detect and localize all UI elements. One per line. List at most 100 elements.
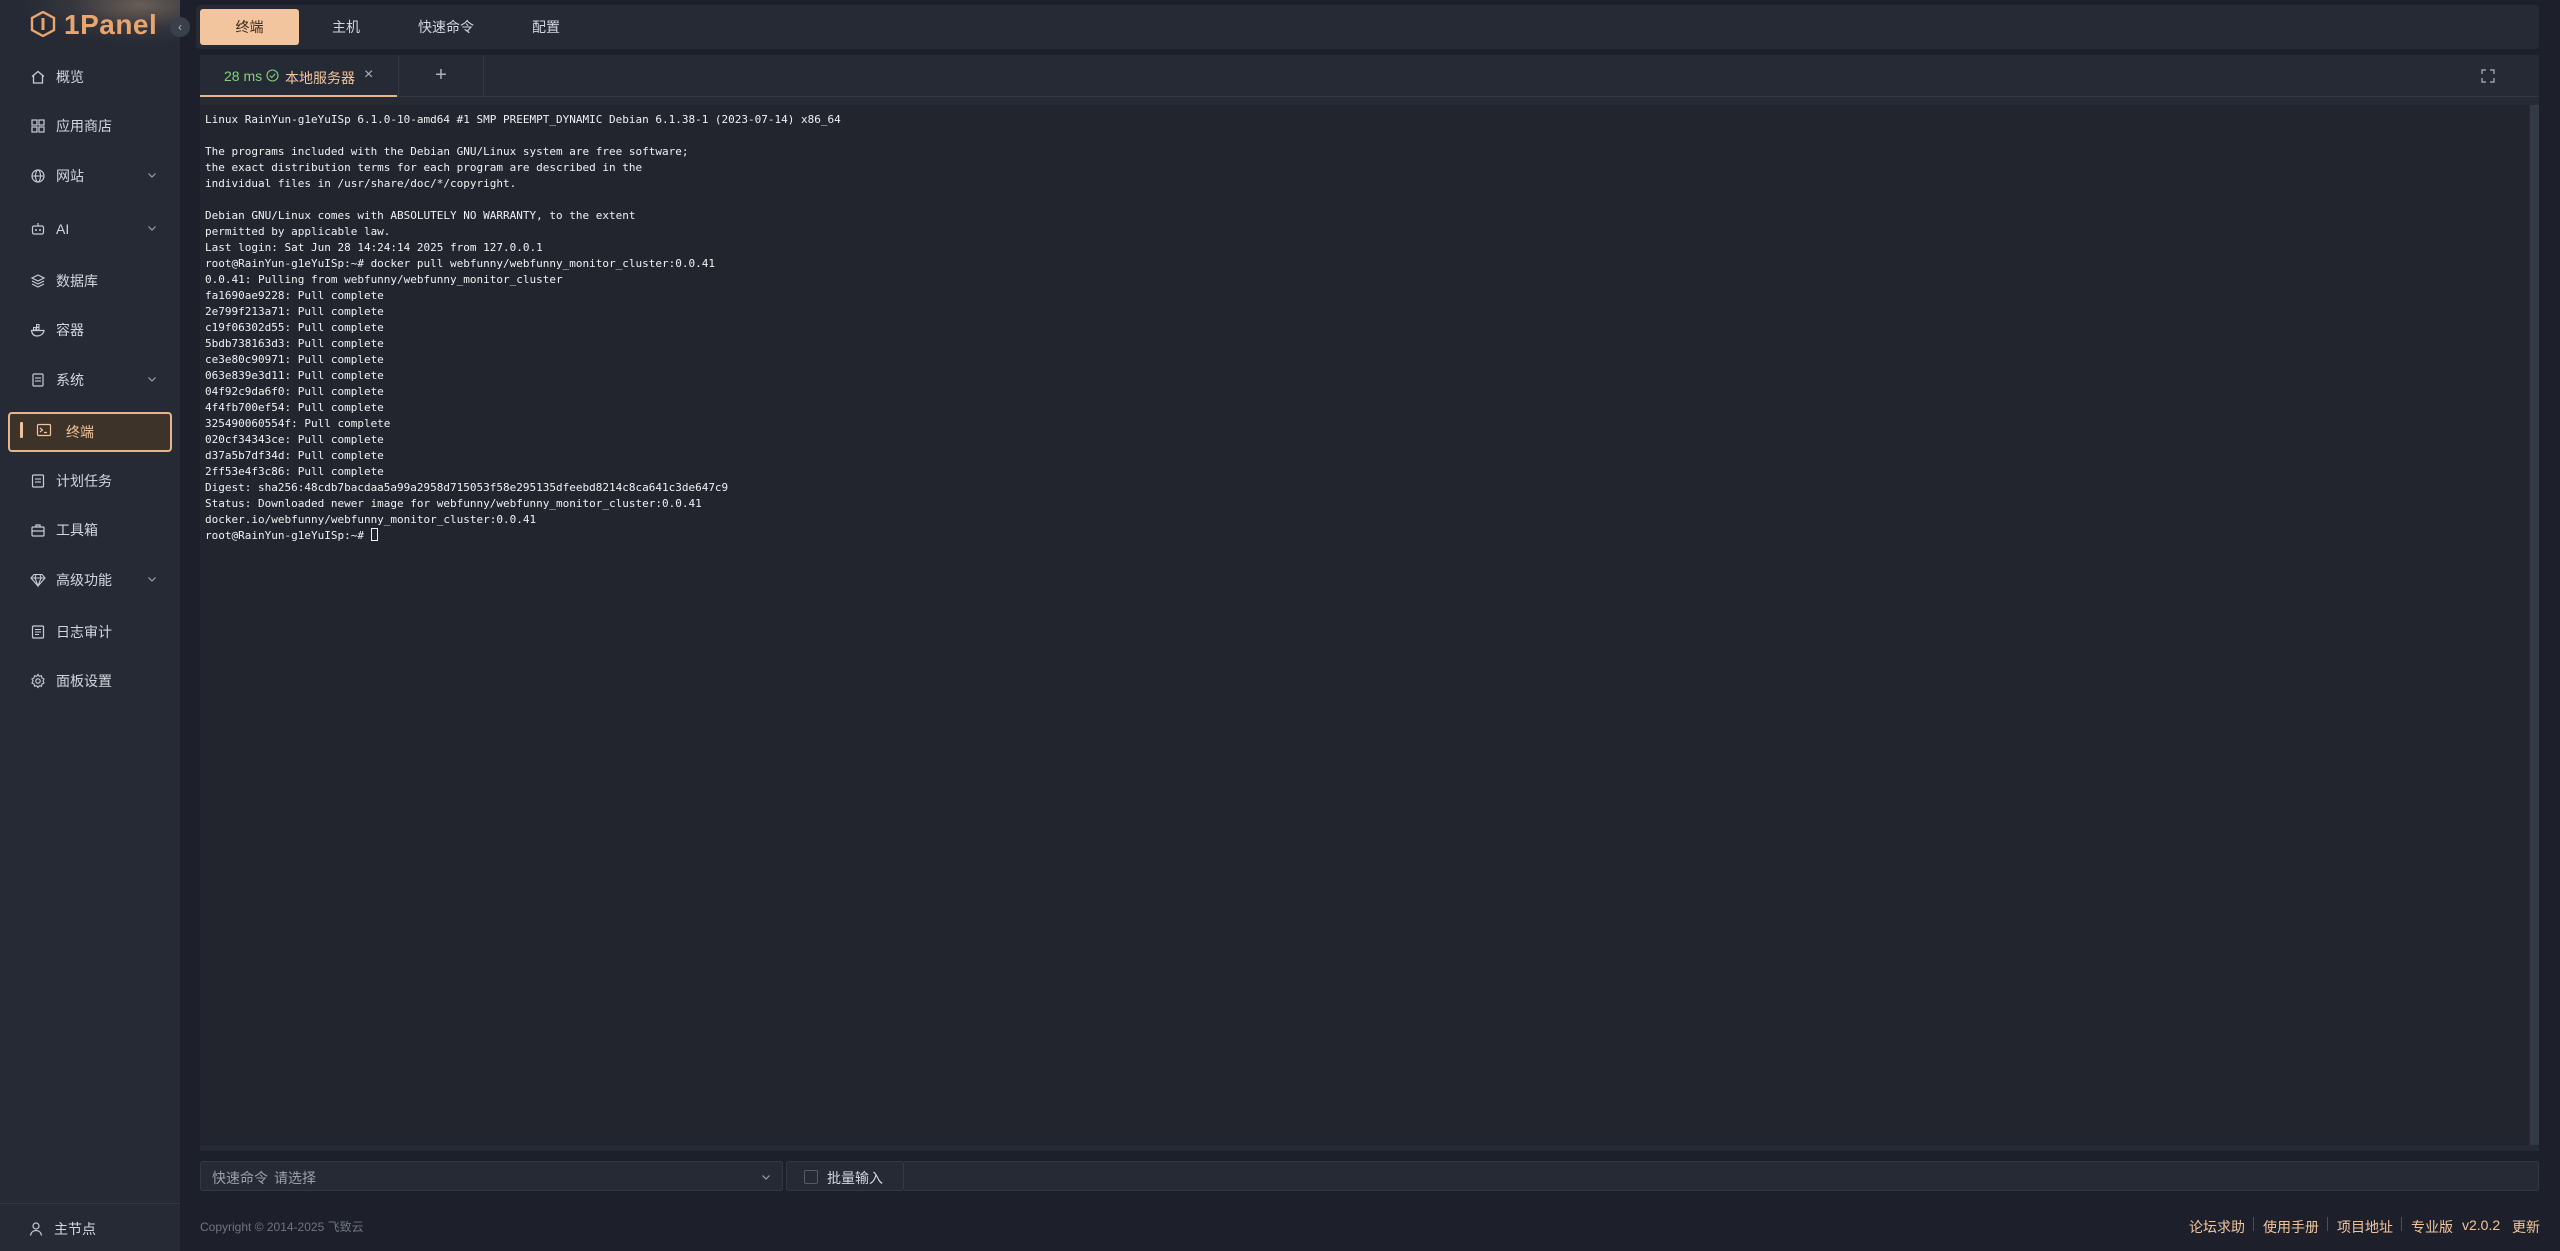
terminal-line: individual files in /usr/share/doc/*/cop… [205, 177, 517, 190]
terminal-scrollbar[interactable] [2530, 105, 2539, 1145]
sidebar-item-cron[interactable]: 计划任务 [8, 463, 172, 499]
quick-command-placeholder: 请选择 [274, 1170, 316, 1186]
sidebar-item-label: 网站 [56, 168, 84, 184]
terminal-line: 0.0.41: Pulling from webfunny/webfunny_m… [205, 273, 563, 286]
terminal-line: 5bdb738163d3: Pull complete [205, 337, 384, 350]
sidebar-item-advanced[interactable]: 高级功能 [8, 562, 172, 598]
tab-quick-commands[interactable]: 快速命令 [405, 9, 487, 45]
sidebar-item-app-store[interactable]: 应用商店 [8, 108, 172, 144]
sidebar-item-label: 日志审计 [56, 624, 112, 640]
add-session-button[interactable]: + [398, 55, 484, 97]
terminal-session-tabs: 28 ms 本地服务器 × + [200, 55, 2539, 97]
terminal-line: Linux RainYun-g1eYuISp 6.1.0-10-amd64 #1… [205, 113, 841, 126]
close-tab-icon[interactable]: × [364, 66, 373, 84]
batch-input-toggle[interactable]: 批量输入 [786, 1161, 904, 1191]
project-link[interactable]: 项目地址 [2337, 1217, 2393, 1237]
tab-hosts[interactable]: 主机 [312, 9, 380, 45]
tab-terminal[interactable]: 终端 [200, 9, 299, 45]
terminal-line: root@RainYun-g1eYuISp:~# docker pull web… [205, 257, 715, 270]
version-label: v2.0.2 [2462, 1217, 2501, 1233]
top-tab-bar: 终端 主机 快速命令 配置 [196, 5, 2539, 49]
node-label: 主节点 [54, 1221, 96, 1237]
sidebar-item-audit-log[interactable]: 日志审计 [8, 614, 172, 650]
batch-input-label: 批量输入 [827, 1170, 883, 1186]
sidebar-item-label: 概览 [56, 69, 84, 85]
sidebar-item-label: 高级功能 [56, 572, 112, 588]
terminal-output[interactable]: Linux RainYun-g1eYuISp 6.1.0-10-amd64 #1… [200, 105, 2529, 1145]
sidebar-item-website[interactable]: 网站 [8, 158, 172, 194]
sidebar-item-container[interactable]: 容器 [8, 312, 172, 348]
toolbox-icon [31, 524, 45, 537]
sidebar-item-label: 工具箱 [56, 522, 98, 538]
terminal-prompt: root@RainYun-g1eYuISp:~# [205, 529, 371, 542]
terminal-line: Debian GNU/Linux comes with ABSOLUTELY N… [205, 209, 636, 222]
sidebar-item-terminal[interactable]: 终端 [8, 412, 172, 452]
manual-link[interactable]: 使用手册 [2263, 1217, 2319, 1237]
latency-label: 28 ms [224, 68, 263, 84]
pro-edition-link[interactable]: 专业版 [2411, 1217, 2453, 1237]
terminal-line: Last login: Sat Jun 28 14:24:14 2025 fro… [205, 241, 543, 254]
log-icon [31, 625, 45, 639]
terminal-line: c19f06302d55: Pull complete [205, 321, 384, 334]
sidebar-item-label: AI [56, 221, 70, 237]
grid-icon [31, 119, 45, 133]
terminal-icon [36, 423, 52, 437]
terminal-line: d37a5b7df34d: Pull complete [205, 449, 384, 462]
sidebar-item-system[interactable]: 系统 [8, 362, 172, 398]
sidebar-footer: 主节点 [0, 1203, 180, 1251]
batch-input-checkbox[interactable] [804, 1170, 818, 1184]
node-selector[interactable]: 主节点 [28, 1219, 96, 1239]
chevron-down-icon [762, 1175, 770, 1180]
robot-icon [31, 223, 45, 235]
user-icon [29, 1222, 43, 1236]
terminal-session-tab[interactable]: 28 ms 本地服务器 × [200, 55, 397, 97]
terminal-line: 020cf34343ce: Pull complete [205, 433, 384, 446]
sidebar: 1Panel ‹ 概览 应用商店 网站 AI 数据库 容器 系统 终端 计划任务… [0, 0, 190, 1251]
terminal-panel: 28 ms 本地服务器 × + Linux RainYun-g1eYuISp 6… [200, 55, 2539, 1151]
footer-divider [2401, 1217, 2402, 1231]
terminal-line: docker.io/webfunny/webfunny_monitor_clus… [205, 513, 537, 526]
gear-icon [31, 673, 45, 689]
sidebar-item-label: 终端 [66, 424, 94, 440]
sidebar-item-label: 面板设置 [56, 673, 112, 689]
sidebar-item-toolbox[interactable]: 工具箱 [8, 512, 172, 548]
sidebar-item-label: 应用商店 [56, 118, 112, 134]
sidebar-item-overview[interactable]: 概览 [8, 59, 172, 95]
copyright-text: Copyright © 2014-2025 飞致云 [200, 1220, 364, 1234]
tab-config[interactable]: 配置 [512, 9, 580, 45]
chevron-down-icon [148, 173, 156, 178]
footer-divider [2253, 1217, 2254, 1231]
active-indicator [20, 422, 23, 438]
sidebar-item-settings[interactable]: 面板设置 [8, 663, 172, 699]
fullscreen-icon[interactable] [2481, 69, 2495, 83]
system-icon [32, 373, 44, 387]
terminal-line: fa1690ae9228: Pull complete [205, 289, 384, 302]
logo-text: 1Panel [64, 9, 158, 40]
sidebar-item-ai[interactable]: AI [8, 211, 172, 247]
terminal-line: The programs included with the Debian GN… [205, 145, 689, 158]
collapse-sidebar-button[interactable]: ‹ [170, 17, 190, 37]
chevron-down-icon [148, 377, 156, 382]
layers-icon [30, 274, 46, 288]
update-link[interactable]: 更新 [2512, 1217, 2540, 1237]
forum-link[interactable]: 论坛求助 [2189, 1217, 2245, 1237]
terminal-line: 063e839e3d11: Pull complete [205, 369, 384, 382]
sidebar-item-label: 数据库 [56, 273, 98, 289]
terminal-line: ce3e80c90971: Pull complete [205, 353, 384, 366]
command-input[interactable] [903, 1161, 2539, 1191]
diamond-icon [30, 573, 46, 588]
sidebar-item-database[interactable]: 数据库 [8, 263, 172, 299]
list-icon [31, 474, 45, 488]
sidebar-item-label: 计划任务 [56, 473, 112, 489]
quick-command-label: 快速命令 [212, 1170, 268, 1186]
quick-command-select[interactable]: 快速命令 请选择 [200, 1161, 783, 1191]
terminal-line: 2ff53e4f3c86: Pull complete [205, 465, 384, 478]
logo[interactable]: 1Panel [0, 0, 180, 52]
footer-divider [2327, 1217, 2328, 1231]
sidebar-item-label: 容器 [56, 322, 84, 338]
terminal-line: Status: Downloaded newer image for webfu… [205, 497, 702, 510]
terminal-text: Linux RainYun-g1eYuISp 6.1.0-10-amd64 #1… [205, 112, 841, 544]
chevron-down-icon [148, 226, 156, 231]
